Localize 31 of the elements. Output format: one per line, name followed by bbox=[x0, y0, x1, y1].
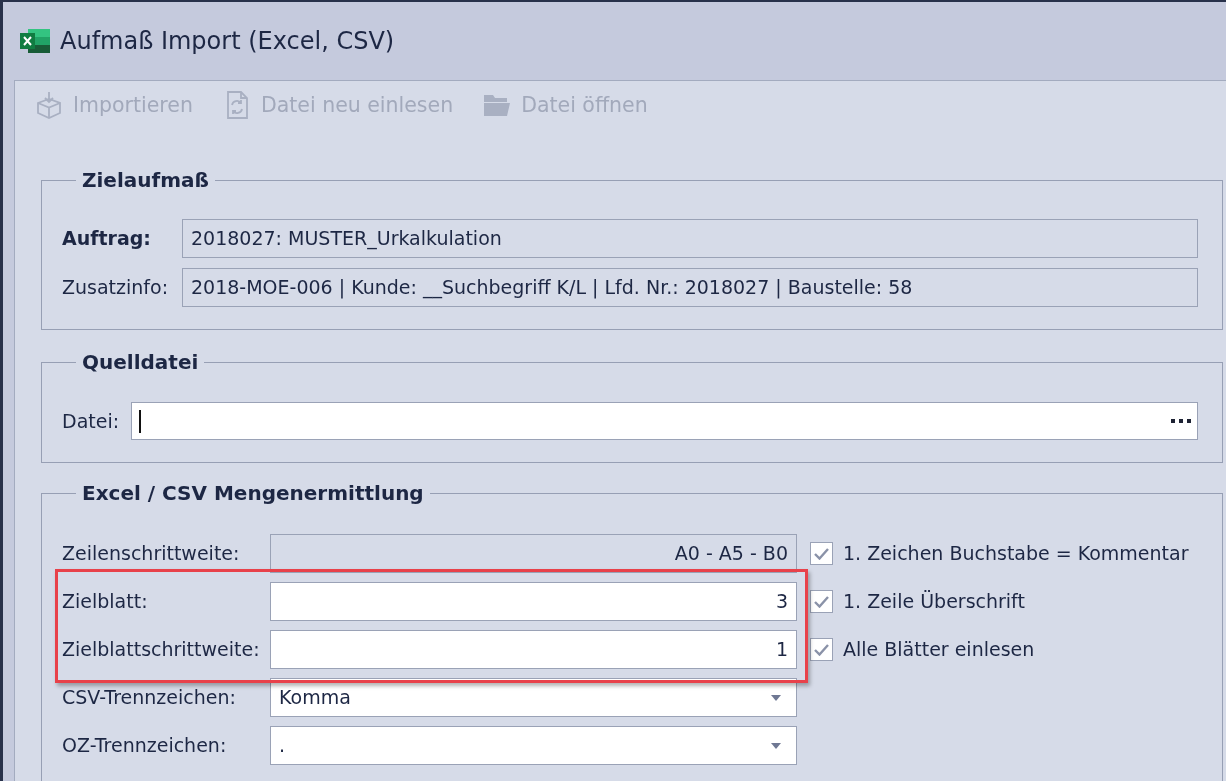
checkbox[interactable] bbox=[810, 590, 833, 613]
folder-icon bbox=[483, 93, 512, 117]
field-label: OZ-Trennzeichen: bbox=[62, 733, 228, 759]
number-field[interactable]: 1 bbox=[270, 630, 797, 669]
field-label: CSV-Trennzeichen: bbox=[62, 685, 237, 711]
group-title: Zielaufmaß bbox=[81, 168, 210, 192]
dropdown[interactable]: . bbox=[270, 726, 797, 765]
file-path-field[interactable] bbox=[131, 402, 1198, 440]
ellipsis-icon bbox=[1171, 419, 1191, 423]
field-label: Zeilenschrittweite: bbox=[62, 541, 241, 567]
window-title: Aufmaß Import (Excel, CSV) bbox=[60, 29, 395, 53]
field-label: Zielblatt: bbox=[62, 589, 149, 615]
checkbox[interactable] bbox=[810, 638, 833, 661]
caret-icon bbox=[771, 694, 781, 701]
field-label: Auftrag: bbox=[62, 226, 152, 252]
group-title: Quelldatei bbox=[81, 350, 200, 374]
caret-icon bbox=[771, 742, 781, 749]
field-label: Datei: bbox=[62, 408, 121, 434]
checkmark-icon bbox=[814, 595, 829, 608]
dropdown[interactable]: Komma bbox=[270, 678, 797, 717]
number-field[interactable]: 3 bbox=[270, 582, 797, 621]
field-label: Zusatzinfo: bbox=[62, 275, 170, 301]
checkmark-icon bbox=[814, 643, 829, 656]
group-title: Excel / CSV Mengenermittlung bbox=[81, 481, 425, 505]
box-arrow-icon bbox=[35, 91, 63, 119]
spreadsheet-icon bbox=[20, 29, 50, 53]
checkmark-icon bbox=[814, 547, 829, 560]
field-label: Zielblattschrittweite: bbox=[62, 637, 261, 663]
checkbox-label: 1. Zeichen Buchstabe = Kommentar bbox=[843, 541, 1189, 567]
checkbox-label: 1. Zeile Überschrift bbox=[843, 589, 1025, 615]
checkbox-label: Alle Blätter einlesen bbox=[843, 637, 1035, 663]
